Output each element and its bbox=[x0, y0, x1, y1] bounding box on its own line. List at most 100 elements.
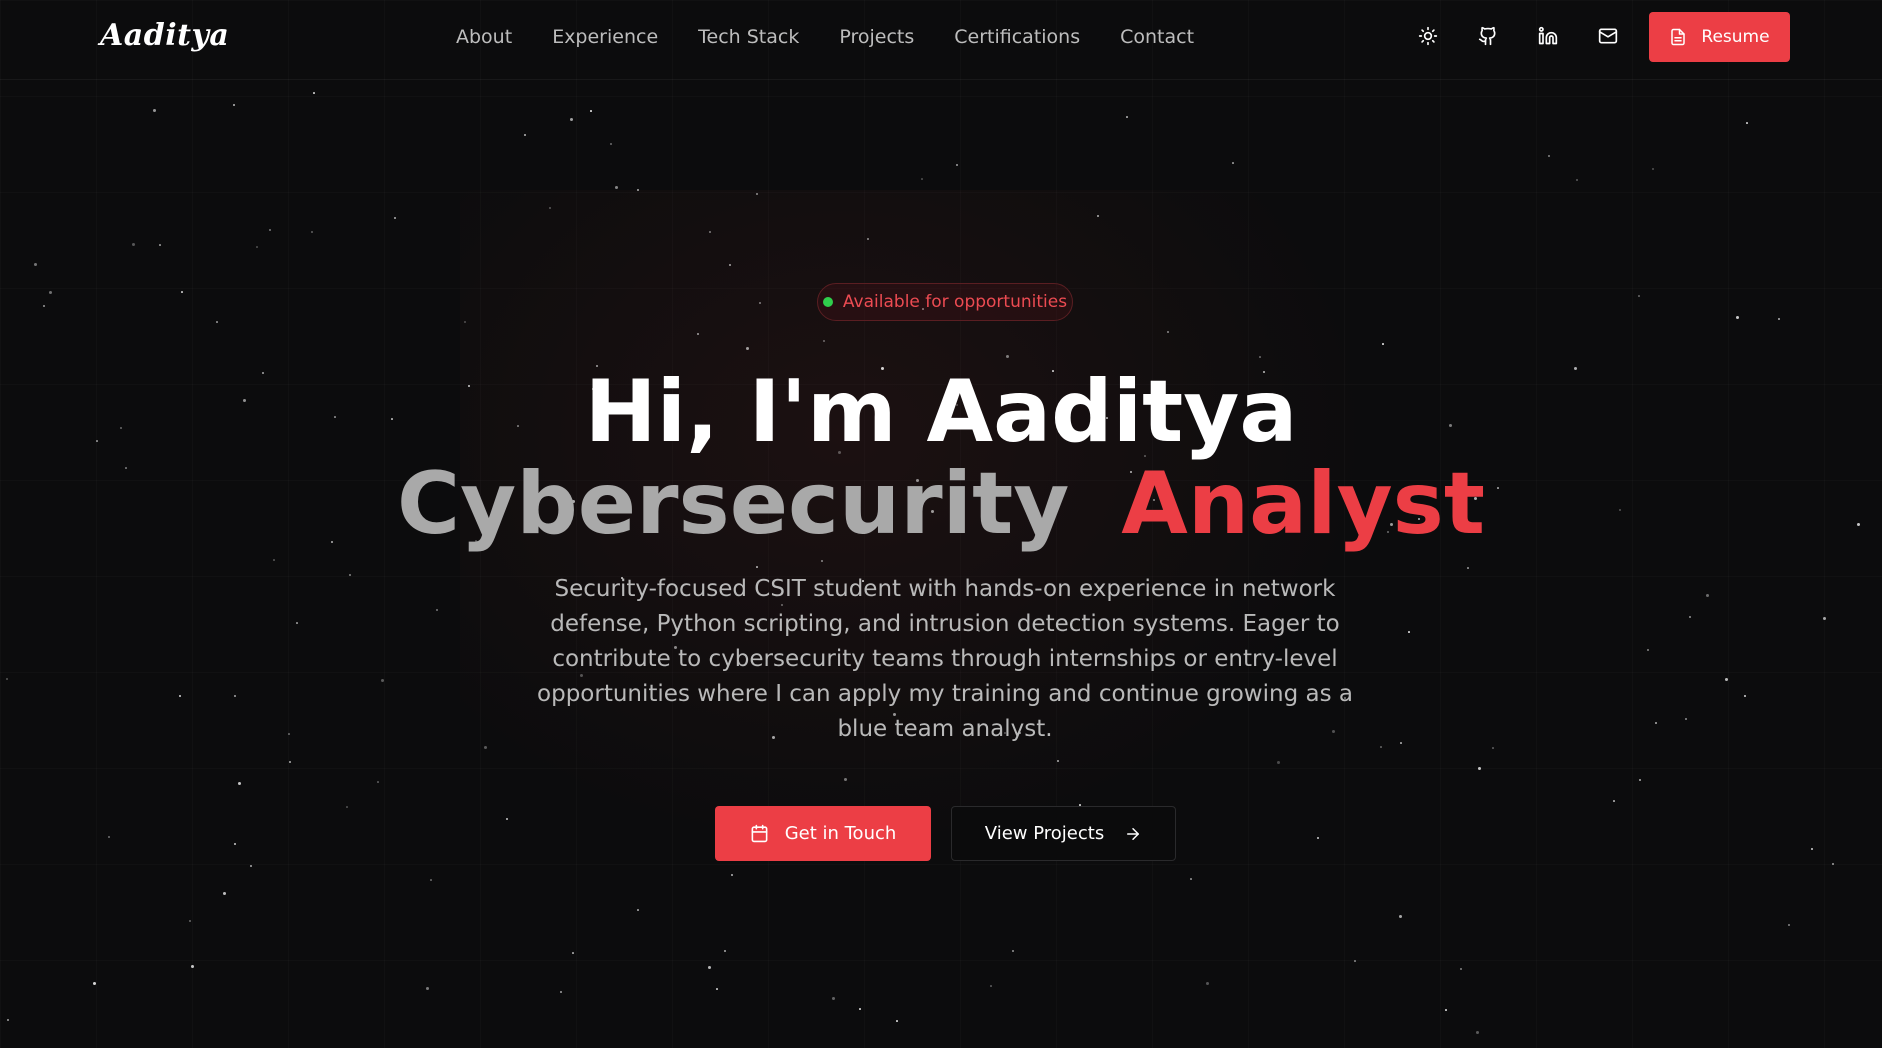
star-dot bbox=[1613, 800, 1615, 802]
star-dot bbox=[313, 92, 315, 94]
star-dot bbox=[615, 186, 618, 189]
view-projects-button[interactable]: View Projects bbox=[951, 806, 1176, 861]
brand-logo[interactable]: Aaditya bbox=[100, 18, 229, 53]
star-dot bbox=[289, 761, 291, 763]
star-dot bbox=[697, 333, 699, 335]
star-dot bbox=[377, 781, 379, 783]
star-dot bbox=[724, 950, 726, 952]
star-dot bbox=[132, 243, 135, 246]
availability-badge-label: Available for opportunities bbox=[842, 292, 1068, 312]
star-dot bbox=[821, 560, 823, 562]
star-dot bbox=[311, 231, 313, 233]
star-dot bbox=[216, 321, 218, 323]
star-dot bbox=[1548, 155, 1550, 157]
star-dot bbox=[1354, 960, 1356, 962]
star-dot bbox=[756, 566, 758, 568]
sun-icon bbox=[1418, 26, 1438, 46]
star-dot bbox=[426, 987, 429, 990]
nav-link-about[interactable]: About bbox=[456, 26, 512, 48]
nav-link-experience[interactable]: Experience bbox=[552, 26, 658, 48]
star-dot bbox=[1006, 355, 1009, 358]
star-dot bbox=[464, 321, 466, 323]
theme-toggle-button[interactable] bbox=[1416, 24, 1440, 48]
star-dot bbox=[1655, 722, 1657, 724]
star-dot bbox=[1190, 878, 1192, 880]
star-dot bbox=[570, 118, 573, 121]
star-dot bbox=[637, 909, 639, 911]
star-dot bbox=[484, 746, 487, 749]
hero-role: Cybersecurity Analyst bbox=[0, 454, 1882, 554]
star-dot bbox=[572, 952, 574, 954]
linkedin-link[interactable] bbox=[1536, 24, 1560, 48]
star-dot bbox=[189, 920, 191, 922]
star-dot bbox=[1685, 718, 1687, 720]
star-dot bbox=[1399, 915, 1402, 918]
star-dot bbox=[921, 178, 923, 180]
arrow-right-icon bbox=[1127, 827, 1140, 840]
star-dot bbox=[1097, 215, 1099, 217]
email-link[interactable] bbox=[1596, 24, 1620, 48]
star-dot bbox=[1467, 567, 1469, 569]
star-dot bbox=[1400, 742, 1402, 744]
star-dot bbox=[610, 143, 612, 145]
get-in-touch-button[interactable]: Get in Touch bbox=[715, 806, 931, 861]
view-projects-label: View Projects bbox=[984, 823, 1105, 844]
star-dot bbox=[1445, 1009, 1447, 1011]
star-dot bbox=[1317, 837, 1319, 839]
star-dot bbox=[273, 559, 275, 561]
star-dot bbox=[506, 818, 508, 820]
star-dot bbox=[746, 347, 749, 350]
nav-link-tech-stack[interactable]: Tech Stack bbox=[698, 26, 799, 48]
star-dot bbox=[708, 966, 711, 969]
star-dot bbox=[233, 104, 235, 106]
star-dot bbox=[256, 246, 258, 248]
mail-icon bbox=[1598, 28, 1618, 44]
star-dot bbox=[1259, 356, 1261, 358]
star-dot bbox=[1778, 318, 1780, 320]
star-dot bbox=[759, 302, 761, 304]
star-dot bbox=[1689, 616, 1691, 618]
hero-role-accent: Analyst bbox=[1121, 454, 1485, 554]
resume-button[interactable]: Resume bbox=[1649, 12, 1790, 62]
star-dot bbox=[1492, 747, 1494, 749]
status-dot bbox=[822, 297, 833, 307]
nav-links: About Experience Tech Stack Projects Cer… bbox=[456, 26, 1194, 48]
star-dot bbox=[756, 193, 758, 195]
star-dot bbox=[394, 217, 396, 219]
nav-link-contact[interactable]: Contact bbox=[1120, 26, 1194, 48]
github-icon bbox=[1478, 26, 1496, 46]
star-dot bbox=[832, 997, 835, 1000]
star-dot bbox=[238, 782, 241, 785]
star-dot bbox=[223, 892, 226, 895]
star-dot bbox=[990, 985, 992, 987]
star-dot bbox=[1478, 767, 1481, 770]
star-dot bbox=[590, 110, 592, 112]
nav-link-certifications[interactable]: Certifications bbox=[954, 26, 1080, 48]
star-dot bbox=[560, 991, 562, 993]
github-link[interactable] bbox=[1476, 24, 1500, 48]
star-dot bbox=[346, 806, 348, 808]
star-dot bbox=[296, 622, 298, 624]
star-dot bbox=[731, 874, 733, 876]
star-dot bbox=[1057, 760, 1059, 762]
star-dot bbox=[381, 679, 384, 682]
star-dot bbox=[1706, 594, 1709, 597]
calendar-icon bbox=[751, 824, 768, 843]
star-dot bbox=[1788, 924, 1790, 926]
hero-description: Security-focused CSIT student with hands… bbox=[537, 576, 1353, 742]
star-dot bbox=[191, 965, 194, 968]
star-dot bbox=[1382, 343, 1384, 345]
star-dot bbox=[159, 244, 161, 246]
star-dot bbox=[6, 678, 8, 680]
star-dot bbox=[1639, 779, 1641, 781]
navbar: Aaditya About Experience Tech Stack Proj… bbox=[0, 0, 1882, 80]
star-dot bbox=[1460, 968, 1462, 970]
star-dot bbox=[637, 189, 639, 191]
star-dot bbox=[844, 778, 847, 781]
nav-link-projects[interactable]: Projects bbox=[839, 26, 914, 48]
star-dot bbox=[1576, 179, 1578, 181]
star-dot bbox=[49, 291, 52, 294]
get-in-touch-label: Get in Touch bbox=[784, 823, 897, 844]
star-dot bbox=[1126, 116, 1128, 118]
star-dot bbox=[1012, 950, 1014, 952]
